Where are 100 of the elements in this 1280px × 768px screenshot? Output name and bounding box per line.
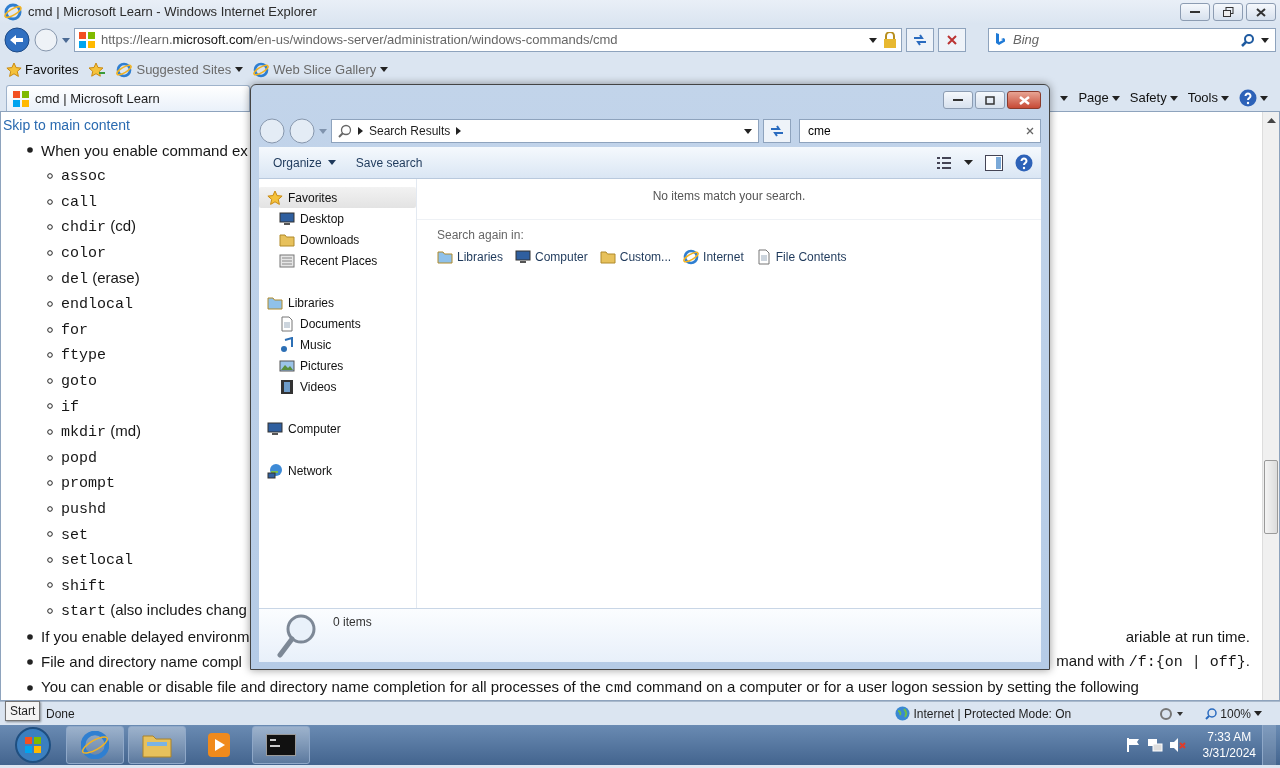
status-text: Done xyxy=(46,705,75,723)
favorites-label[interactable]: Favorites xyxy=(25,59,79,80)
search-location-link[interactable]: File Contents xyxy=(755,248,847,266)
hollow-bullet-icon xyxy=(47,173,53,179)
picture-icon xyxy=(279,357,295,374)
list-text: popd xyxy=(61,448,97,469)
bullet-icon xyxy=(27,684,33,691)
windows-logo-icon xyxy=(79,32,95,48)
search-location-link[interactable]: Internet xyxy=(683,248,744,266)
address-bar[interactable]: https://learn.microsoft.com/en-us/windows-server/administration/windows-commands/cmd xyxy=(74,28,902,52)
bullet-icon xyxy=(27,147,33,154)
scrollbar[interactable] xyxy=(1262,112,1279,700)
sidebar-item[interactable]: Videos xyxy=(259,376,416,397)
minimize-icon xyxy=(953,98,963,102)
caret-icon xyxy=(869,37,877,43)
window-title: cmd | Microsoft Learn - Windows Internet Explorer xyxy=(28,3,317,22)
search-location-link[interactable]: Libraries xyxy=(437,248,504,266)
music-note-icon xyxy=(279,336,295,353)
taskbar-folder-button[interactable] xyxy=(128,726,186,764)
computer-icon xyxy=(267,420,283,437)
sidebar-item[interactable]: Desktop xyxy=(259,208,416,229)
magnifier-icon xyxy=(1205,707,1218,720)
clear-icon[interactable] xyxy=(1026,127,1034,135)
refresh-icon xyxy=(913,34,927,46)
toolbar-button[interactable]: Organize xyxy=(267,151,342,174)
view-dropdown-icon[interactable] xyxy=(964,160,973,165)
list-text: set xyxy=(61,525,88,546)
chevron-icon xyxy=(358,127,363,135)
taskbar-terminal-button[interactable] xyxy=(252,726,310,764)
help-icon[interactable] xyxy=(1015,153,1033,172)
dropdown-button[interactable] xyxy=(869,37,877,43)
network-status-icon[interactable] xyxy=(1146,737,1163,753)
sidebar-item[interactable]: Documents xyxy=(259,313,416,334)
add-favorite-icon[interactable] xyxy=(88,61,107,78)
hollow-bullet-icon xyxy=(47,582,53,589)
list-text: if xyxy=(61,397,79,418)
hollow-bullet-icon xyxy=(47,556,53,563)
print-dropdown[interactable] xyxy=(1060,95,1069,101)
search-box[interactable]: cme xyxy=(799,119,1041,143)
command-menu[interactable]: Page xyxy=(1078,88,1120,108)
restore-button[interactable] xyxy=(1213,3,1243,21)
sidebar-item[interactable]: Pictures xyxy=(259,355,416,376)
list-text: mkdir (md) xyxy=(61,421,141,444)
minimize-button[interactable] xyxy=(1180,3,1210,21)
favorites-bar-link[interactable]: Web Slice Gallery xyxy=(253,59,389,80)
history-dropdown[interactable] xyxy=(62,37,70,43)
favorites-bar-link[interactable]: Suggested Sites xyxy=(116,59,244,80)
scroll-up-icon xyxy=(1266,118,1276,123)
caret-icon xyxy=(744,128,752,134)
browser-logo-icon xyxy=(81,731,109,759)
command-menu[interactable]: Safety xyxy=(1129,88,1178,108)
toolbar-button[interactable]: Save search xyxy=(349,151,429,174)
muted-speaker-icon[interactable] xyxy=(1168,737,1187,753)
browser-tab[interactable]: cmd | Microsoft Learn xyxy=(6,85,250,111)
stop-button[interactable] xyxy=(938,28,966,52)
help-button[interactable] xyxy=(1239,89,1268,107)
preview-pane-icon[interactable] xyxy=(985,154,1003,171)
help-icon xyxy=(1239,89,1257,107)
address-bar[interactable]: Search Results xyxy=(331,119,759,143)
sidebar-item[interactable]: Favorites xyxy=(259,187,416,208)
zoom-button[interactable]: 100% xyxy=(1205,704,1262,723)
refresh-button[interactable] xyxy=(763,119,791,143)
sidebar-item[interactable]: Music xyxy=(259,334,416,355)
close-button[interactable] xyxy=(1246,3,1276,21)
refresh-icon xyxy=(770,125,784,137)
close-button[interactable] xyxy=(1007,91,1041,109)
scroll-thumb[interactable] xyxy=(1264,460,1278,534)
search-location-link[interactable]: Custom... xyxy=(599,248,672,266)
flag-icon[interactable] xyxy=(1124,737,1141,753)
caret-icon xyxy=(1261,37,1269,43)
hollow-bullet-icon xyxy=(47,300,53,307)
maximize-icon xyxy=(985,95,995,105)
sidebar-item[interactable]: Network xyxy=(259,460,416,481)
protected-mode-icon[interactable] xyxy=(1159,706,1186,721)
folder-icon xyxy=(142,732,172,758)
skip-link[interactable]: Skip to main content xyxy=(3,117,130,133)
caret-icon xyxy=(327,160,336,165)
sidebar-item[interactable]: Recent Places xyxy=(259,250,416,271)
file-contents-icon xyxy=(755,249,772,265)
hollow-bullet-icon xyxy=(47,198,53,205)
sidebar-item[interactable]: Downloads xyxy=(259,229,416,250)
search-box[interactable]: Bing xyxy=(988,28,1276,52)
caret-icon xyxy=(319,128,327,134)
minimize-icon xyxy=(1190,10,1200,14)
command-menu[interactable]: Tools xyxy=(1187,88,1229,108)
media-player-icon xyxy=(207,732,231,758)
sidebar-item[interactable]: Computer xyxy=(259,418,416,439)
clock[interactable]: 7:33 AM 3/31/2024 xyxy=(1202,729,1256,761)
view-options-icon[interactable] xyxy=(936,155,952,170)
list-text: File and directory name compl xyxy=(41,652,242,673)
maximize-button[interactable] xyxy=(975,91,1005,109)
search-location-link[interactable]: Computer xyxy=(515,248,588,266)
sidebar-item[interactable]: Libraries xyxy=(259,292,416,313)
hollow-bullet-icon xyxy=(47,326,53,333)
minimize-button[interactable] xyxy=(943,91,973,109)
star-icon xyxy=(267,189,283,206)
downloads-icon xyxy=(279,231,295,248)
clock-date: 3/31/2024 xyxy=(1202,745,1256,761)
back-button[interactable] xyxy=(4,27,30,53)
refresh-button[interactable] xyxy=(906,28,934,52)
